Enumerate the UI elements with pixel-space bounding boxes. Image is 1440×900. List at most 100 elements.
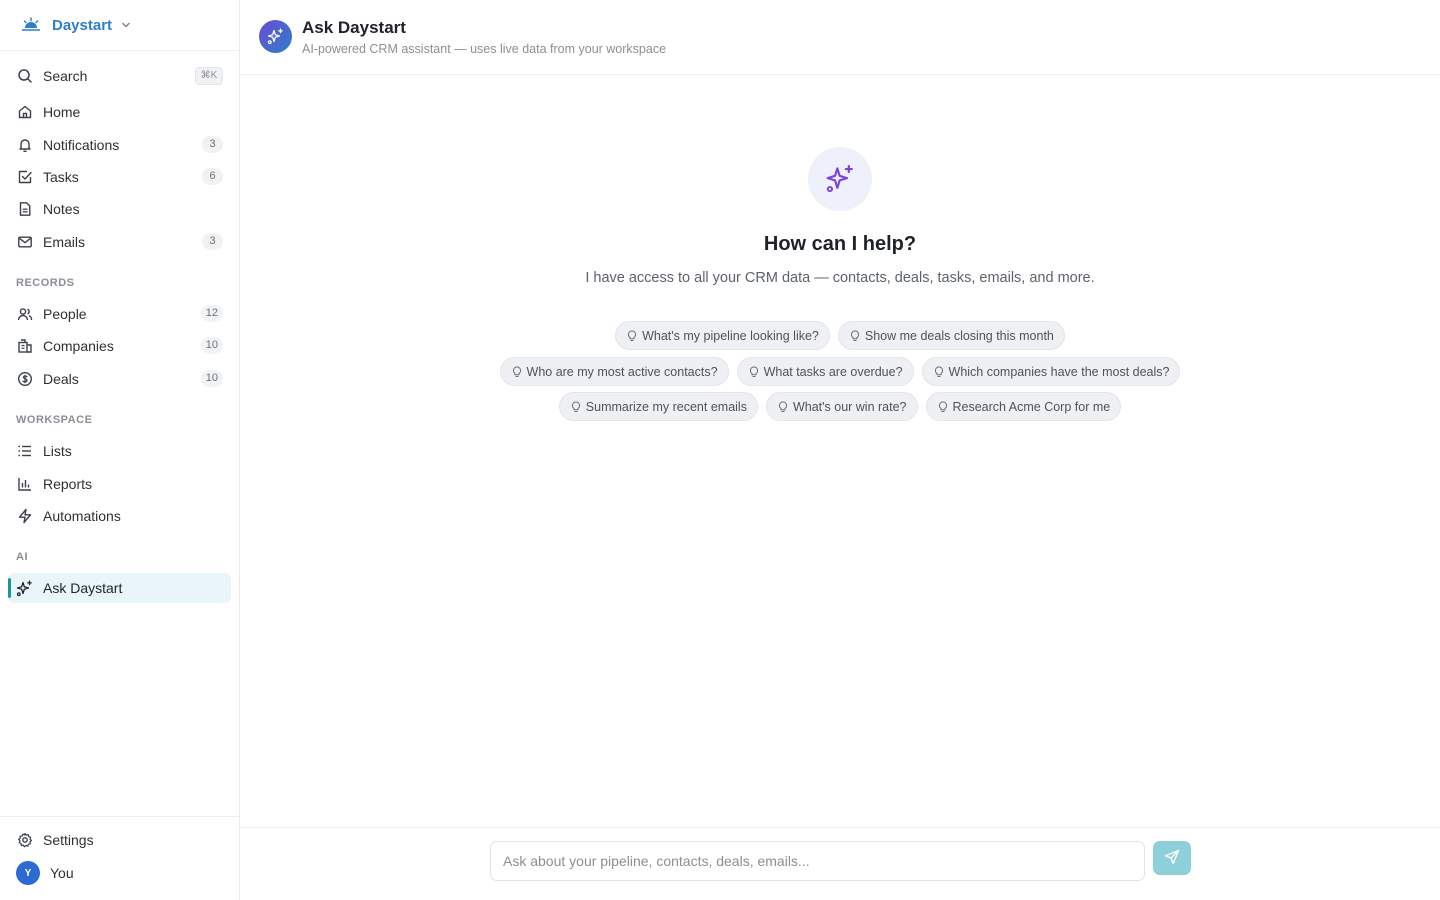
sidebar-item-label: Search [43,68,88,84]
page-title: Ask Daystart [302,18,406,37]
lightbulb-icon [627,329,637,342]
suggestion-text: Who are my most active contacts? [526,364,718,379]
sidebar-item-settings[interactable]: Settings [8,825,231,855]
sidebar-item-people[interactable]: People 12 [8,299,231,329]
sidebar-item-label: Notifications [43,137,120,153]
suggestion-chip[interactable]: Who are my most active contacts? [499,357,729,386]
suggestion-text: What's our win rate? [792,399,907,414]
sidebar-item-notifications[interactable]: Notifications 3 [8,130,231,160]
sparkles-icon [16,580,33,597]
gear-icon [16,832,33,849]
sidebar-item-label: Emails [43,234,86,250]
suggestion-chip[interactable]: Research Acme Corp for me [925,392,1122,421]
suggestion-text: Show me deals closing this month [864,328,1054,343]
keyboard-shortcut-badge: ⌘K [195,67,223,85]
chat-input[interactable] [490,841,1145,881]
lightbulb-icon [934,365,944,378]
avatar: Y [16,861,40,885]
sidebar-item-label: People [43,306,87,322]
sidebar-item-label: Ask Daystart [43,580,123,596]
bell-icon [16,137,33,154]
suggestion-chip[interactable]: Summarize my recent emails [558,392,758,421]
count-badge: 3 [202,136,223,153]
suggestion-chip[interactable]: Which companies have the most deals? [921,357,1181,386]
suggestion-text: Summarize my recent emails [585,399,747,414]
list-icon [16,443,33,460]
section-label-ai: AI [16,551,28,563]
chat-empty-state: How can I help? I have access to all you… [240,75,1440,827]
page-header: Ask Daystart AI-powered CRM assistant — … [240,0,1440,75]
bar-chart-icon [16,476,33,493]
lightbulb-icon [938,400,948,413]
file-text-icon [16,201,33,218]
suggestion-text: Research Acme Corp for me [952,399,1111,414]
sidebar: Daystart Search ⌘K Home Notifications 3 … [0,0,240,900]
sidebar-item-search[interactable]: Search ⌘K [8,61,231,91]
send-icon [1164,849,1180,868]
sidebar-item-label: Tasks [43,169,79,185]
sidebar-item-label: Home [43,104,81,120]
building-icon [16,338,33,355]
workspace-switcher[interactable]: Daystart [0,0,239,51]
user-menu[interactable]: Y You [8,858,231,888]
suggestion-text: Which companies have the most deals? [948,364,1170,379]
suggestion-chip[interactable]: What's my pipeline looking like? [615,321,830,350]
mail-icon [16,234,33,251]
brand-name: Daystart [52,16,113,34]
sunrise-logo-icon [21,17,41,33]
chat-composer [240,827,1440,900]
sidebar-item-label: Settings [43,832,94,848]
sidebar-item-ask-daystart[interactable]: Ask Daystart [8,573,231,603]
section-label-workspace: WORKSPACE [16,414,93,426]
suggestion-text: What tasks are overdue? [763,364,903,379]
user-name: You [50,865,74,881]
sidebar-item-companies[interactable]: Companies 10 [8,331,231,361]
suggestion-row: Summarize my recent emails What's our wi… [240,392,1440,421]
lightbulb-icon [850,329,860,342]
lightbulb-icon [571,400,581,413]
sidebar-item-tasks[interactable]: Tasks 6 [8,162,231,192]
sidebar-item-label: Reports [43,476,93,492]
sidebar-item-emails[interactable]: Emails 3 [8,227,231,257]
empty-state-title: How can I help? [763,233,917,255]
sidebar-item-automations[interactable]: Automations [8,501,231,531]
search-icon [16,68,33,85]
sidebar-item-reports[interactable]: Reports [8,469,231,499]
sidebar-item-lists[interactable]: Lists [8,436,231,466]
sidebar-item-home[interactable]: Home [8,97,231,127]
sidebar-item-label: Lists [43,443,72,459]
suggestion-chip[interactable]: What tasks are overdue? [736,357,914,386]
suggestion-chip[interactable]: Show me deals closing this month [837,321,1065,350]
sidebar-item-label: Deals [43,371,79,387]
page-subtitle: AI-powered CRM assistant — uses live dat… [302,42,667,56]
count-badge: 10 [200,370,223,387]
count-badge: 12 [200,305,223,322]
lightbulb-icon [778,400,788,413]
sidebar-item-notes[interactable]: Notes [8,194,231,224]
sidebar-item-label: Notes [43,201,80,217]
section-label-records: RECORDS [16,277,75,289]
sparkles-icon [808,147,872,211]
empty-state-subtitle: I have access to all your CRM data — con… [585,270,1095,286]
count-badge: 6 [202,168,223,185]
users-icon [16,306,33,323]
chevron-down-icon [120,19,132,31]
lightbulb-icon [512,365,522,378]
suggestion-row: Who are my most active contacts? What ta… [240,357,1440,386]
count-badge: 3 [202,233,223,250]
sidebar-footer: Settings Y You [0,816,239,900]
count-badge: 10 [200,337,223,354]
lightbulb-icon [749,365,759,378]
suggestion-chip[interactable]: What's our win rate? [765,392,918,421]
send-button[interactable] [1153,841,1191,875]
assistant-avatar-icon [259,20,292,53]
zap-icon [16,508,33,525]
suggestion-text: What's my pipeline looking like? [642,328,819,343]
sidebar-item-deals[interactable]: Deals 10 [8,364,231,394]
suggestion-row: What's my pipeline looking like? Show me… [240,321,1440,350]
check-square-icon [16,169,33,186]
sidebar-item-label: Companies [43,338,114,354]
dollar-circle-icon [16,371,33,388]
home-icon [16,104,33,121]
sidebar-item-label: Automations [43,508,121,524]
